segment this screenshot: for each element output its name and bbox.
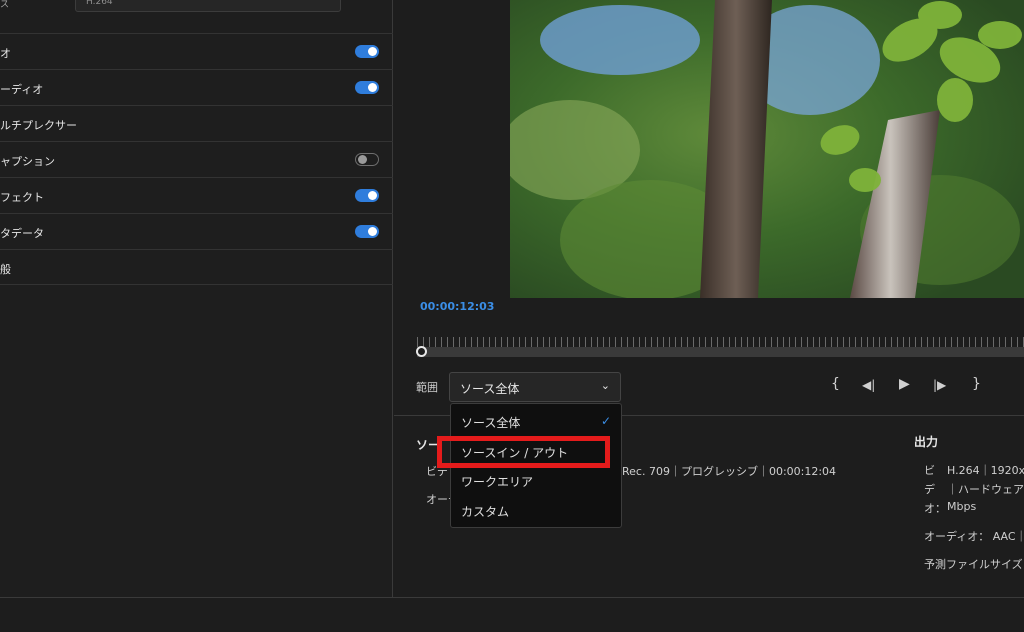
- bottom-bar: [0, 597, 1024, 632]
- option-label: カスタム: [461, 505, 510, 519]
- range-option-work-area[interactable]: ワークエリア: [451, 466, 621, 494]
- export-settings-panel: ス H.264 オ ーディオ ルチプレクサー ャプション フェクト タデータ 般: [0, 0, 393, 597]
- toggle-knob: [368, 47, 377, 56]
- play-button[interactable]: ▶: [899, 376, 910, 392]
- range-select[interactable]: ソース全体 ⌄: [449, 372, 621, 402]
- current-timecode: 00:00:12:03: [420, 300, 495, 313]
- section-label: ャプション: [0, 155, 55, 168]
- section-effects[interactable]: フェクト: [0, 177, 393, 213]
- section-label: ルチプレクサー: [0, 119, 77, 132]
- playhead-handle[interactable]: [416, 346, 427, 357]
- chevron-down-icon: ⌄: [600, 379, 610, 392]
- source-video-details: Rec. 709｜プログレッシブ｜00:00:12:04: [622, 465, 837, 478]
- output-video-encoding: ｜ハードウェアエ: [947, 483, 1024, 496]
- step-back-button[interactable]: ◀|: [862, 378, 875, 392]
- highlight-annotation-box: [437, 436, 610, 468]
- range-selected-value: ソース全体: [460, 382, 520, 396]
- mark-in-button[interactable]: {: [831, 376, 840, 392]
- section-multiplexer[interactable]: ルチプレクサー: [0, 105, 393, 141]
- step-forward-button[interactable]: |▶: [933, 378, 946, 392]
- option-label: ソース全体: [461, 416, 521, 430]
- range-option-entire-source[interactable]: ソース全体 ✓: [451, 407, 621, 435]
- codec-label: ス: [0, 0, 10, 10]
- section-label: フェクト: [0, 191, 44, 204]
- video-preview: [510, 0, 1024, 298]
- estimated-file-size: 予測ファイルサイズ：: [924, 558, 1024, 571]
- audio-toggle[interactable]: [355, 81, 379, 94]
- option-label: ワークエリア: [461, 475, 534, 489]
- section-captions[interactable]: ャプション: [0, 141, 393, 177]
- captions-toggle[interactable]: [355, 153, 379, 166]
- timeline-ruler: [417, 337, 1024, 347]
- video-toggle[interactable]: [355, 45, 379, 58]
- metadata-toggle[interactable]: [355, 225, 379, 238]
- section-label: オ: [0, 47, 11, 60]
- toggle-knob: [358, 155, 367, 164]
- range-option-custom[interactable]: カスタム: [451, 496, 621, 524]
- output-video-key: オ：: [924, 502, 946, 515]
- mark-out-button[interactable]: }: [972, 376, 981, 392]
- section-metadata[interactable]: タデータ: [0, 213, 393, 249]
- output-video-codec: H.264｜1920x10: [947, 464, 1024, 477]
- output-audio: オーディオ： AAC｜32: [924, 530, 1024, 543]
- section-label: ーディオ: [0, 83, 44, 96]
- range-label: 範囲: [416, 381, 438, 394]
- timeline-scrub-bar[interactable]: [417, 347, 1024, 357]
- output-video-bitrate: Mbps: [947, 500, 977, 513]
- video-frame-image: [510, 0, 1024, 298]
- output-heading: 出力: [914, 435, 939, 449]
- output-video-key: ビ: [924, 464, 935, 477]
- effects-toggle[interactable]: [355, 189, 379, 202]
- section-label: 般: [0, 263, 11, 276]
- toggle-knob: [368, 227, 377, 236]
- section-video[interactable]: オ: [0, 33, 393, 69]
- output-video-key: デ: [924, 483, 935, 496]
- section-audio[interactable]: ーディオ: [0, 69, 393, 105]
- section-label: タデータ: [0, 227, 44, 240]
- checkmark-icon: ✓: [600, 414, 611, 428]
- toggle-knob: [368, 191, 377, 200]
- toggle-knob: [368, 83, 377, 92]
- section-general[interactable]: 般: [0, 249, 393, 285]
- codec-field[interactable]: H.264: [75, 0, 341, 12]
